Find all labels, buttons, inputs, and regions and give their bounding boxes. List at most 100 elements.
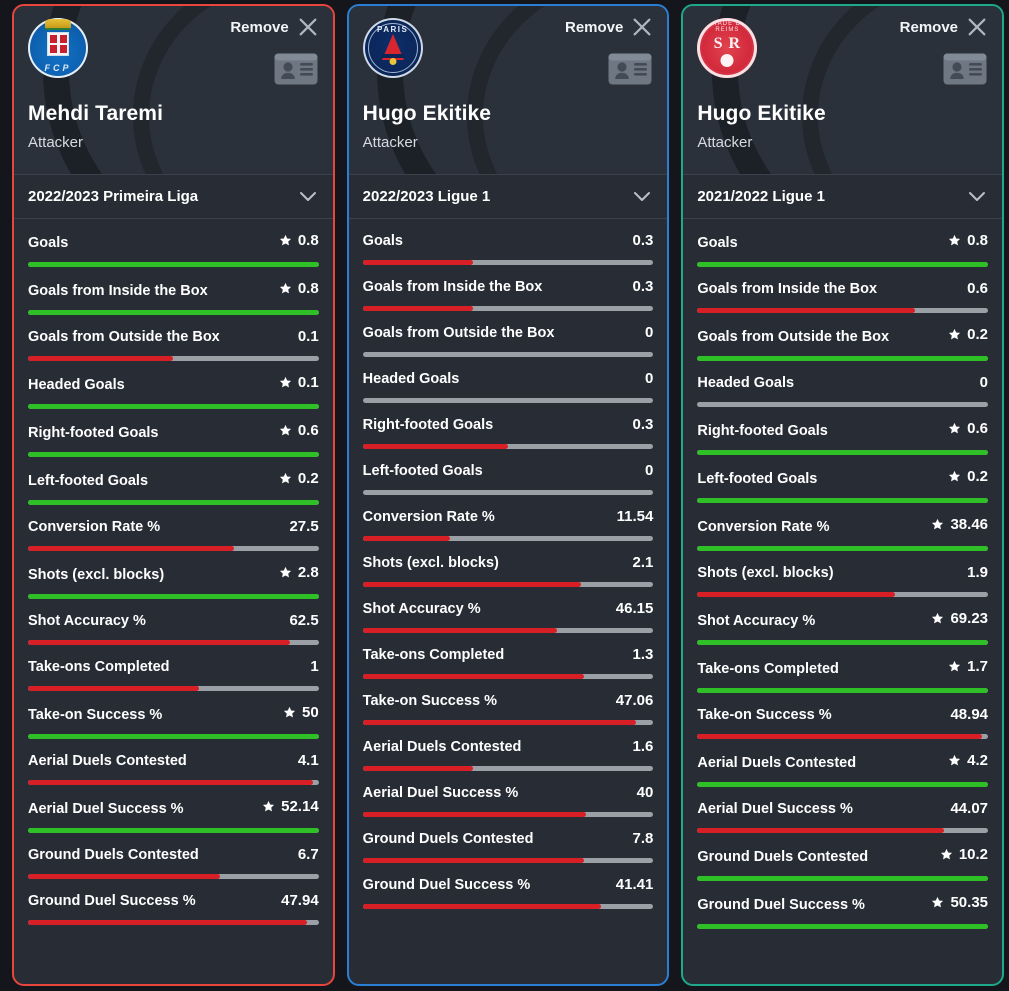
stat-row: Goals 0.3 (362, 219, 654, 265)
stat-row: Ground Duels Contested 6.7 (28, 833, 319, 879)
stat-value-number: 0.6 (297, 422, 319, 439)
stat-label: Take-on Success % (697, 707, 832, 723)
stat-value-number: 38.46 (950, 516, 989, 533)
stat-value: 2.1 (632, 554, 653, 571)
stat-line: Aerial Duels Contested 4.1 (28, 752, 319, 769)
stat-value: 0.2 (279, 470, 319, 487)
header-top-row: STADE DE REIMS S R Remove (697, 16, 988, 86)
stat-label: Ground Duels Contested (28, 847, 199, 863)
stat-value: 0.6 (948, 420, 988, 437)
stat-value: 0.8 (279, 280, 319, 297)
stat-value: 0.1 (298, 328, 319, 345)
stat-value-number: 1.7 (967, 658, 989, 675)
remove-button[interactable]: Remove (230, 16, 318, 38)
stat-value-number: 0.3 (632, 278, 654, 295)
stat-line: Left-footed Goals 0.2 (697, 468, 988, 487)
stat-label: Ground Duel Success % (28, 893, 196, 909)
stat-row: Aerial Duel Success % 40 (362, 771, 654, 817)
stat-line: Goals from Inside the Box 0.6 (697, 280, 988, 297)
id-card-icon[interactable] (942, 52, 988, 86)
stat-value-number: 0.2 (297, 470, 319, 487)
chevron-down-icon[interactable] (633, 191, 651, 202)
stat-label: Right-footed Goals (697, 423, 828, 439)
stat-label: Goals (697, 235, 738, 251)
stat-label: Goals (362, 233, 403, 249)
player-position: Attacker (28, 134, 84, 151)
stat-label: Goals from Inside the Box (28, 283, 208, 299)
star-icon (279, 282, 291, 294)
stat-line: Ground Duel Success % 41.41 (363, 876, 654, 893)
stat-value: 1.9 (967, 564, 988, 581)
stat-value-number: 2.1 (632, 554, 654, 571)
chevron-down-icon[interactable] (299, 191, 317, 202)
stat-line: Shots (excl. blocks) 2.1 (363, 554, 654, 571)
stat-line: Aerial Duels Contested 1.6 (363, 738, 654, 755)
stat-value-number: 2.8 (297, 564, 319, 581)
player-card: STADE DE REIMS S R Remove Hugo Ekitike Attac… (681, 4, 1005, 986)
remove-label: Remove (230, 18, 289, 36)
player-card-header: FCP Remove Mehdi Taremi Attacker (14, 6, 333, 174)
stat-label: Conversion Rate % (362, 509, 495, 525)
stat-row: Goals 0.8 (697, 219, 989, 267)
stat-line: Conversion Rate % 11.54 (363, 508, 654, 525)
stat-line: Headed Goals 0.1 (28, 374, 319, 393)
stat-row: Ground Duels Contested 7.8 (362, 817, 654, 863)
id-card-icon[interactable] (607, 52, 653, 86)
close-x-icon[interactable] (966, 16, 988, 38)
star-icon (949, 422, 961, 434)
remove-button[interactable]: Remove (565, 16, 653, 38)
stat-line: Goals from Inside the Box 0.8 (28, 280, 319, 299)
stat-row: Conversion Rate % 11.54 (362, 495, 654, 541)
star-icon (932, 896, 944, 908)
stat-row: Goals 0.8 (28, 219, 319, 267)
close-x-icon[interactable] (297, 16, 319, 38)
chevron-down-icon[interactable] (968, 191, 986, 202)
stat-line: Conversion Rate % 27.5 (28, 518, 319, 535)
stat-value: 62.5 (289, 612, 318, 629)
star-icon (949, 328, 961, 340)
id-card-icon[interactable] (273, 52, 319, 86)
stat-line: Ground Duels Contested 6.7 (28, 846, 319, 863)
season-selector[interactable]: 2022/2023 Primeira Liga (14, 174, 333, 219)
stat-line: Shot Accuracy % 69.23 (697, 610, 988, 629)
stat-value-number: 52.14 (281, 798, 319, 815)
stat-line: Goals 0.8 (697, 232, 988, 251)
star-icon (279, 234, 291, 246)
star-icon (949, 234, 961, 246)
stat-bar-track (28, 920, 319, 925)
stat-line: Ground Duels Contested 7.8 (363, 830, 654, 847)
stat-value: 0.3 (632, 232, 653, 249)
stat-value-number: 11.54 (616, 508, 654, 525)
stat-value-number: 1 (310, 658, 319, 675)
season-label: 2022/2023 Primeira Liga (28, 188, 199, 205)
season-selector[interactable]: 2022/2023 Ligue 1 (348, 174, 668, 219)
stat-row: Right-footed Goals 0.3 (362, 403, 654, 449)
stat-line: Ground Duel Success % 50.35 (697, 894, 988, 913)
stat-value: 4.2 (948, 752, 988, 769)
stat-value: 0 (980, 374, 988, 391)
stat-row: Shots (excl. blocks) 2.1 (362, 541, 654, 587)
stat-value: 47.06 (616, 692, 654, 709)
close-x-icon[interactable] (631, 16, 653, 38)
stat-row: Goals from Inside the Box 0.8 (28, 267, 319, 315)
stat-label: Take-ons Completed (28, 659, 170, 675)
player-position: Attacker (362, 134, 418, 151)
remove-button[interactable]: Remove (900, 16, 988, 38)
stat-label: Conversion Rate % (28, 519, 161, 535)
stat-label: Shot Accuracy % (697, 613, 816, 629)
stat-value: 44.07 (950, 800, 988, 817)
stat-row: Take-ons Completed 1.7 (697, 645, 989, 693)
stat-value: 0.6 (279, 422, 319, 439)
stat-label: Goals from Outside the Box (697, 329, 890, 345)
stat-value: 0 (645, 370, 653, 387)
stat-label: Aerial Duel Success % (362, 785, 519, 801)
stat-line: Shot Accuracy % 46.15 (363, 600, 654, 617)
stat-line: Headed Goals 0 (363, 370, 654, 387)
stat-value-number: 0.3 (632, 416, 654, 433)
stat-value-number: 0.2 (967, 468, 989, 485)
stat-label: Take-on Success % (362, 693, 497, 709)
season-selector[interactable]: 2021/2022 Ligue 1 (683, 174, 1003, 219)
star-icon (279, 566, 291, 578)
stat-value-number: 48.94 (950, 706, 989, 723)
player-card: PARIS Remove Hugo Ekitike Attacker 2022/2023… (346, 4, 670, 986)
